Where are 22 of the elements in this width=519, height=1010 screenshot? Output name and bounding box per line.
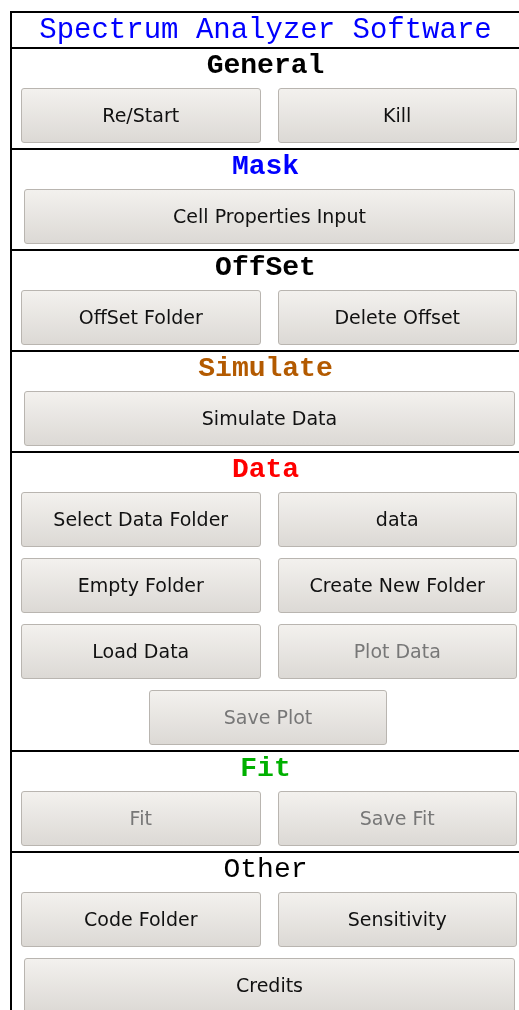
section-heading: OffSet [215,251,316,285]
action-button[interactable]: OffSet Folder [21,290,261,345]
window-title: Spectrum Analyzer Software [12,13,519,49]
action-button[interactable]: Delete Offset [277,290,517,345]
section-heading: Simulate [198,352,333,386]
action-button[interactable]: Empty Folder [21,558,261,613]
action-button[interactable]: data [277,492,517,547]
action-button[interactable]: Select Data Folder [21,492,261,547]
action-button[interactable]: Cell Properties Input [24,189,515,244]
action-button[interactable]: Sensitivity [277,892,517,947]
action-button[interactable]: Credits [24,958,515,1010]
action-button[interactable]: Simulate Data [24,391,515,446]
action-button[interactable]: Kill [277,88,517,143]
action-button[interactable]: Code Folder [21,892,261,947]
section-heading: Mask [231,150,300,184]
section-heading: Data [231,453,300,487]
action-button[interactable]: Load Data [21,624,261,679]
action-button[interactable]: Create New Folder [277,558,517,613]
action-button[interactable]: Re/Start [21,88,261,143]
section-heading: General [206,49,325,83]
section-heading: Other [223,853,308,887]
section-heading: Fit [240,752,291,786]
